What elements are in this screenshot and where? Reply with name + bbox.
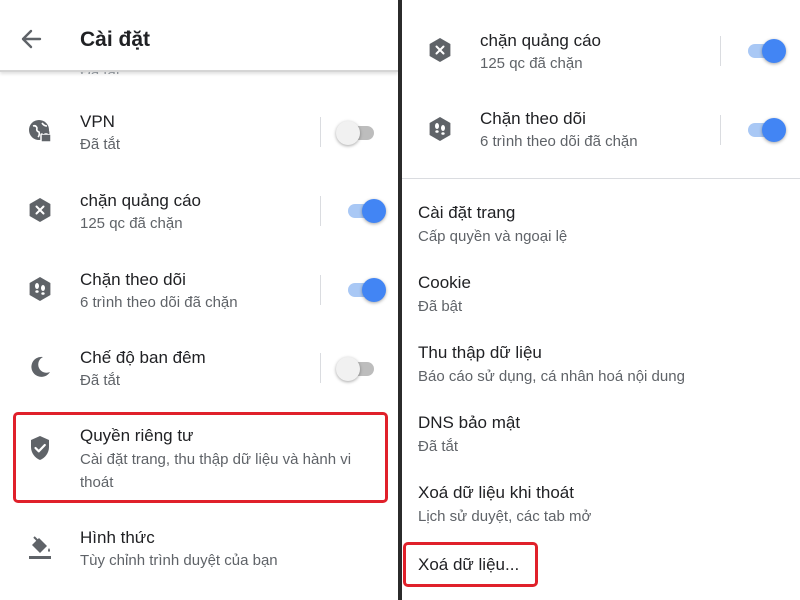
clear-data-on-exit-subtitle: Lịch sử duyệt, các tab mở <box>418 508 592 525</box>
ad-block-toggle[interactable] <box>346 197 386 223</box>
row-separator <box>320 196 321 226</box>
app-bar: Cài đặt <box>0 0 398 72</box>
privacy-pane: chặn quảng cáo 125 qc đã chặn Chặn theo … <box>402 0 800 600</box>
toggle-thumb <box>336 121 360 145</box>
arrow-back-icon <box>21 29 42 49</box>
tracking-toggle[interactable] <box>346 276 386 302</box>
row-separator <box>720 115 721 145</box>
ad-block-row[interactable]: chặn quảng cáo 125 qc đã chặn <box>0 179 398 243</box>
appearance-subtitle: Tùy chỉnh trình duyệt của bạn <box>80 552 278 569</box>
ad-block-toggle[interactable] <box>746 37 786 63</box>
ad-block-title: chặn quảng cáo <box>80 191 201 210</box>
tracking-subtitle: 6 trình theo dõi đã chặn <box>480 133 638 150</box>
secure-dns-item[interactable]: DNS bảo mật Đã tắt <box>418 413 788 455</box>
privacy-subtitle-line2: thoát <box>80 474 114 491</box>
clear-data-title: Xoá dữ liệu... <box>418 555 520 574</box>
tracking-protection-row[interactable]: Chặn theo dõi 6 trình theo dõi đã chặn <box>0 258 398 322</box>
settings-pane: Cài đặt Đã tắt VPN Đã tắt chặn quảng cáo… <box>0 0 398 600</box>
toggle-thumb <box>336 357 360 381</box>
site-settings-title: Cài đặt trang <box>418 203 516 222</box>
tracking-title: Chặn theo dõi <box>480 109 586 128</box>
ad-block-title: chặn quảng cáo <box>480 31 601 50</box>
secure-dns-subtitle: Đã tắt <box>418 438 459 455</box>
section-divider <box>402 178 800 179</box>
ad-block-icon <box>429 38 451 62</box>
row-separator <box>320 275 321 305</box>
vpn-toggle[interactable] <box>336 119 378 145</box>
page-title: Cài đặt <box>80 28 151 51</box>
cookie-subtitle: Đã bật <box>418 298 463 315</box>
row-separator <box>720 36 721 66</box>
clear-data-on-exit-item[interactable]: Xoá dữ liệu khi thoát Lịch sử duyệt, các… <box>418 483 788 525</box>
tracking-protection-row[interactable]: Chặn theo dõi 6 trình theo dõi đã chặn <box>402 98 800 162</box>
ad-block-row[interactable]: chặn quảng cáo 125 qc đã chặn <box>402 20 800 82</box>
toggle-thumb <box>762 118 786 142</box>
site-settings-subtitle: Cấp quyền và ngoại lệ <box>418 228 568 245</box>
tracking-toggle[interactable] <box>746 116 786 142</box>
paint-bucket-icon <box>29 536 51 559</box>
shield-check-icon <box>31 436 49 460</box>
cookie-item[interactable]: Cookie Đã bật <box>418 273 788 315</box>
ad-block-subtitle: 125 qc đã chặn <box>80 215 183 232</box>
row-separator <box>320 353 321 383</box>
night-mode-subtitle: Đã tắt <box>80 372 121 389</box>
night-mode-toggle[interactable] <box>336 355 378 381</box>
clear-data-item[interactable]: Xoá dữ liệu... <box>418 555 788 575</box>
privacy-subtitle-line1: Cài đặt trang, thu thập dữ liệu và hành … <box>80 451 352 468</box>
vpn-subtitle: Đã tắt <box>80 136 121 153</box>
globe-lock-icon <box>29 120 52 143</box>
data-collection-item[interactable]: Thu thập dữ liệu Báo cáo sử dụng, cá nhâ… <box>418 343 788 385</box>
footprints-icon <box>29 277 51 301</box>
tracking-subtitle: 6 trình theo dõi đã chặn <box>80 294 238 311</box>
appearance-title: Hình thức <box>80 528 155 547</box>
ad-block-icon <box>29 198 51 222</box>
secure-dns-title: DNS bảo mật <box>418 413 521 432</box>
tracking-title: Chặn theo dõi <box>80 270 186 289</box>
appearance-row[interactable]: Hình thức Tùy chỉnh trình duyệt của bạn <box>0 516 398 580</box>
ad-block-subtitle: 125 qc đã chặn <box>480 55 583 72</box>
toggle-thumb <box>362 278 386 302</box>
night-mode-row[interactable]: Chế độ ban đêm Đã tắt <box>0 336 398 400</box>
data-collection-subtitle: Báo cáo sử dụng, cá nhân hoá nội dung <box>418 368 685 385</box>
vpn-row[interactable]: VPN Đã tắt <box>0 100 398 164</box>
footprints-icon <box>429 117 451 141</box>
privacy-row[interactable]: Quyền riêng tư Cài đặt trang, thu thập d… <box>0 414 398 502</box>
row-separator <box>320 117 321 147</box>
site-settings-item[interactable]: Cài đặt trang Cấp quyền và ngoại lệ <box>418 203 788 245</box>
data-collection-title: Thu thập dữ liệu <box>418 343 542 362</box>
vpn-title: VPN <box>80 112 115 131</box>
clear-data-on-exit-title: Xoá dữ liệu khi thoát <box>418 483 574 502</box>
toggle-thumb <box>362 199 386 223</box>
moon-icon <box>31 356 50 377</box>
cookie-title: Cookie <box>418 273 471 292</box>
night-mode-title: Chế độ ban đêm <box>80 348 206 367</box>
back-button[interactable] <box>14 24 50 54</box>
privacy-title: Quyền riêng tư <box>80 426 194 445</box>
toggle-thumb <box>762 39 786 63</box>
